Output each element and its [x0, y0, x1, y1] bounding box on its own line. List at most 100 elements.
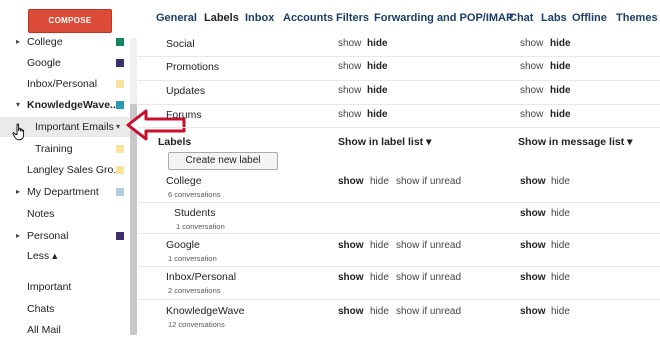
conversation-count: 12 conversations [168, 320, 225, 329]
hand-cursor-icon [12, 123, 25, 141]
category-name: Updates [166, 85, 206, 97]
category-name: Forums [166, 109, 202, 121]
sidebar-item-personal[interactable]: ▸ Personal [0, 226, 130, 246]
show-if-unread-link[interactable]: show if unread [396, 306, 461, 317]
show-link[interactable]: show [338, 176, 364, 187]
sidebar-item-notes[interactable]: Notes [0, 204, 130, 224]
label-name: KnowledgeWave [166, 305, 245, 317]
expand-arrow-icon[interactable]: ▸ [16, 226, 20, 246]
sidebar-item-langley-sales-group[interactable]: Langley Sales Gro... [0, 160, 130, 180]
left-sidebar: COMPOSE ▸ College Google Inbox/Personal … [0, 0, 138, 336]
message-list-show-link[interactable]: show [520, 61, 543, 72]
expand-arrow-icon[interactable]: ▸ [16, 182, 20, 202]
label-color-swatch[interactable] [116, 59, 124, 67]
category-row-updates: Updates show hide show hide [138, 81, 660, 105]
message-list-hide-link[interactable]: hide [551, 272, 570, 283]
sidebar-item-label: Inbox/Personal [27, 78, 98, 90]
conversation-count: 1 conversation [176, 222, 225, 231]
message-list-hide-link[interactable]: hide [551, 176, 570, 187]
conversation-count: 1 conversation [168, 254, 217, 263]
message-list-hide-link[interactable]: hide [550, 109, 571, 120]
show-link[interactable]: show [338, 109, 361, 120]
show-link[interactable]: show [338, 306, 364, 317]
show-if-unread-link[interactable]: show if unread [396, 176, 461, 187]
label-color-swatch[interactable] [116, 145, 124, 153]
tab-labs[interactable]: Labs [541, 12, 567, 24]
label-color-swatch[interactable] [116, 101, 124, 109]
show-link[interactable]: show [338, 272, 364, 283]
message-list-show-link[interactable]: show [520, 208, 546, 219]
tab-general[interactable]: General [156, 12, 197, 24]
sidebar-less-toggle[interactable]: Less ▴ [0, 246, 130, 266]
expand-arrow-icon[interactable]: ▸ [16, 32, 20, 52]
message-list-show-link[interactable]: show [520, 240, 546, 251]
collapse-arrow-icon[interactable]: ▾ [16, 95, 20, 115]
create-new-label-button[interactable]: Create new label [168, 152, 278, 170]
category-row-social: Social show hide show hide [138, 34, 660, 57]
sidebar-item-label: Chats [27, 303, 55, 315]
label-color-swatch[interactable] [116, 188, 124, 196]
hide-link[interactable]: hide [370, 176, 389, 187]
label-color-swatch[interactable] [116, 80, 124, 88]
sidebar-item-label: My Department [27, 186, 99, 198]
message-list-hide-link[interactable]: hide [551, 240, 570, 251]
message-list-show-link[interactable]: show [520, 38, 543, 49]
sidebar-item-all-mail[interactable]: All Mail [0, 320, 130, 340]
sidebar-item-college[interactable]: ▸ College [0, 32, 130, 52]
sidebar-item-label: Personal [27, 230, 69, 242]
category-name: Social [166, 38, 195, 50]
label-name: College [166, 175, 202, 187]
hide-link[interactable]: hide [367, 109, 388, 120]
sidebar-item-training[interactable]: Training [0, 139, 130, 159]
hide-link[interactable]: hide [370, 272, 389, 283]
show-link[interactable]: show [338, 240, 364, 251]
sidebar-item-google[interactable]: Google [0, 53, 130, 73]
sidebar-item-inbox-personal[interactable]: Inbox/Personal [0, 74, 130, 94]
show-in-message-list-header[interactable]: Show in message list ▾ [518, 136, 632, 148]
sidebar-item-label: All Mail [27, 324, 61, 336]
tab-labels[interactable]: Labels [204, 12, 239, 24]
sidebar-item-important[interactable]: Important [0, 277, 130, 297]
label-color-swatch[interactable] [116, 38, 124, 46]
sidebar-item-chats[interactable]: Chats [0, 299, 130, 319]
tab-filters[interactable]: Filters [336, 12, 369, 24]
sidebar-item-my-department[interactable]: ▸ My Department [0, 182, 130, 202]
show-if-unread-link[interactable]: show if unread [396, 240, 461, 251]
tab-offline[interactable]: Offline [572, 12, 607, 24]
message-list-show-link[interactable]: show [520, 176, 546, 187]
label-color-swatch[interactable] [116, 232, 124, 240]
tab-forwarding-pop-imap[interactable]: Forwarding and POP/IMAP [374, 12, 513, 24]
label-name: Inbox/Personal [166, 271, 237, 283]
show-link[interactable]: show [338, 61, 361, 72]
message-list-hide-link[interactable]: hide [551, 306, 570, 317]
sidebar-item-knowledgewave[interactable]: ▾ KnowledgeWave... [0, 95, 130, 115]
show-link[interactable]: show [338, 85, 361, 96]
hide-link[interactable]: hide [367, 61, 388, 72]
label-name: Google [166, 239, 200, 251]
hide-link[interactable]: hide [367, 85, 388, 96]
tab-inbox[interactable]: Inbox [245, 12, 274, 24]
compose-button[interactable]: COMPOSE [28, 9, 112, 33]
label-options-dropdown-icon[interactable]: ▾ [116, 117, 120, 137]
show-if-unread-link[interactable]: show if unread [396, 272, 461, 283]
sidebar-item-label: Less ▴ [27, 250, 58, 262]
hide-link[interactable]: hide [370, 240, 389, 251]
show-in-label-list-header[interactable]: Show in label list ▾ [338, 136, 431, 148]
message-list-hide-link[interactable]: hide [550, 85, 571, 96]
message-list-show-link[interactable]: show [520, 272, 546, 283]
tab-accounts[interactable]: Accounts [283, 12, 333, 24]
message-list-show-link[interactable]: show [520, 306, 546, 317]
hide-link[interactable]: hide [370, 306, 389, 317]
sidebar-item-label: Important Emails [35, 121, 114, 133]
labels-settings-panel: Social show hide show hide Promotions sh… [138, 34, 660, 335]
tab-chat[interactable]: Chat [509, 12, 533, 24]
message-list-show-link[interactable]: show [520, 109, 543, 120]
tab-themes[interactable]: Themes [616, 12, 658, 24]
message-list-hide-link[interactable]: hide [550, 61, 571, 72]
label-color-swatch[interactable] [116, 166, 124, 174]
message-list-show-link[interactable]: show [520, 85, 543, 96]
hide-link[interactable]: hide [367, 38, 388, 49]
show-link[interactable]: show [338, 38, 361, 49]
message-list-hide-link[interactable]: hide [551, 208, 570, 219]
message-list-hide-link[interactable]: hide [550, 38, 571, 49]
